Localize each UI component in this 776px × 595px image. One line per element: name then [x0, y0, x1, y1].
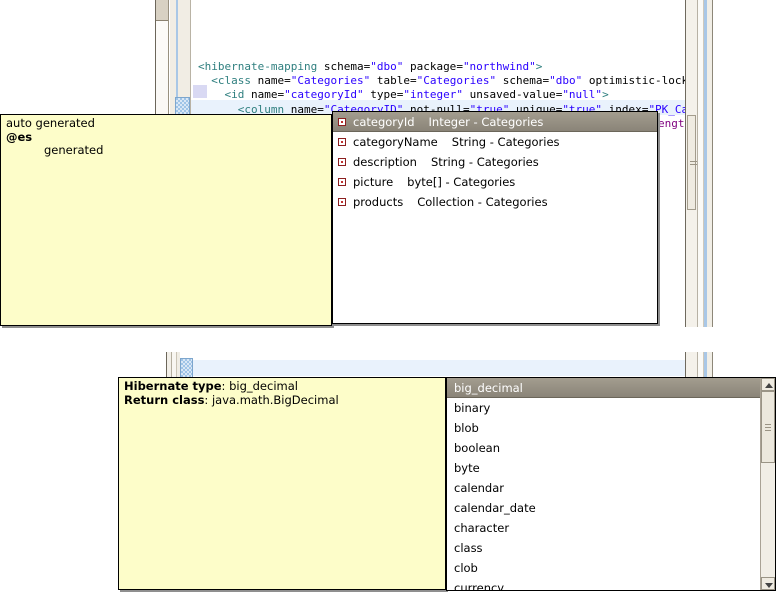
popup-scrollbar-thumb[interactable]: [761, 391, 775, 463]
completion-item-description[interactable]: description String - Categories: [333, 152, 657, 172]
field-icon: [338, 178, 346, 186]
completion-item-name: binary: [454, 401, 490, 415]
completion-item-currency[interactable]: currency: [447, 578, 760, 590]
completion-item-name: character: [454, 521, 509, 535]
doc-tooltip-property: auto generated @es generated: [0, 114, 332, 326]
tooltip-value: : java.math.BigDecimal: [204, 393, 338, 407]
completion-item-name: clob: [454, 561, 478, 575]
completion-item-type: String - Categories: [452, 135, 560, 149]
completion-item-byte[interactable]: byte: [447, 458, 760, 478]
tooltip-row: Return class: java.math.BigDecimal: [124, 394, 440, 408]
tooltip-line: auto generated: [6, 117, 326, 131]
tooltip-value: : big_decimal: [222, 379, 298, 393]
completion-item-blob[interactable]: blob: [447, 418, 760, 438]
completion-item-binary[interactable]: binary: [447, 398, 760, 418]
thumb-grip-icon: [690, 161, 697, 167]
right-scrollbar[interactable]: [685, 0, 713, 327]
completion-item-categoryName[interactable]: categoryName String - Categories: [333, 132, 657, 152]
completion-list-properties: categoryId Integer - Categories categoryNa…: [333, 112, 657, 212]
completion-item-name: boolean: [454, 441, 500, 455]
completion-popup-types: big_decimalbinary blob boolean byte calendar…: [446, 377, 776, 591]
completion-item-name: calendar: [454, 481, 504, 495]
scroll-up-button[interactable]: [761, 378, 775, 391]
completion-item-name: big_decimal: [454, 381, 523, 395]
tooltip-keyword: @es: [6, 131, 326, 145]
completion-item-calendar_date[interactable]: calendar_date: [447, 498, 760, 518]
completion-item-character[interactable]: character: [447, 518, 760, 538]
tooltip-detail: generated: [6, 144, 326, 158]
code-line: <class name="Categories" table="Categori…: [198, 74, 685, 88]
completion-list-types: big_decimalbinary blob boolean byte calendar…: [447, 378, 760, 590]
completion-item-type: Collection - Categories: [417, 195, 547, 209]
completion-item-calendar[interactable]: calendar: [447, 478, 760, 498]
completion-item-name: byte: [454, 461, 480, 475]
arrow-down-icon: [765, 583, 773, 588]
arrow-up-icon: [765, 383, 773, 388]
completion-item-name: blob: [454, 421, 479, 435]
completion-item-categoryId[interactable]: categoryId Integer - Categories: [333, 112, 657, 132]
tooltip-label: Return class: [124, 393, 204, 407]
code-line: <hibernate-mapping schema="dbo" package=…: [198, 60, 685, 74]
field-icon: [338, 198, 346, 206]
completion-item-class[interactable]: class: [447, 538, 760, 558]
completion-popup-properties: categoryId Integer - Categories categoryNa…: [332, 111, 658, 324]
doc-tooltip-type: Hibernate type: big_decimalReturn class:…: [118, 377, 446, 590]
xml-editor-bottom: <property name="categoryId" type=""/>: [166, 352, 713, 378]
completion-item-big_decimal[interactable]: big_decimal: [447, 378, 760, 398]
field-icon: [338, 138, 346, 146]
completion-item-type: byte[] - Categories: [407, 175, 515, 189]
completion-item-name: categoryName: [353, 135, 438, 149]
completion-item-boolean[interactable]: boolean: [447, 438, 760, 458]
completion-item-type: String - Categories: [431, 155, 539, 169]
code-line: <id name="categoryId" type="integer" uns…: [198, 88, 685, 102]
annotation-ruler-bottom[interactable]: [166, 352, 180, 378]
tooltip-rows: Hibernate type: big_decimalReturn class:…: [124, 380, 440, 407]
completion-item-name: description: [353, 155, 417, 169]
completion-item-name: products: [353, 195, 403, 209]
clipped-code-fragment: engt: [658, 117, 685, 131]
completion-item-name: class: [454, 541, 483, 555]
thumb-grip-icon: [765, 424, 771, 431]
completion-item-name: calendar_date: [454, 501, 536, 515]
completion-item-name: currency: [454, 581, 504, 590]
completion-item-name: picture: [353, 175, 393, 189]
right-scrollbar-bottom[interactable]: [685, 352, 713, 378]
completion-item-name: categoryId: [353, 115, 415, 129]
popup-scrollbar[interactable]: [760, 378, 775, 590]
field-icon: [338, 158, 346, 166]
tooltip-row: Hibernate type: big_decimal: [124, 380, 440, 394]
completion-item-products[interactable]: products Collection - Categories: [333, 192, 657, 212]
field-icon: [338, 118, 346, 126]
left-scrollbar-thumb[interactable]: [156, 0, 168, 21]
current-line-highlight-bottom: [193, 360, 685, 376]
completion-item-type: Integer - Categories: [429, 115, 544, 129]
completion-item-clob[interactable]: clob: [447, 558, 760, 578]
code-area-bottom[interactable]: <property name="categoryId" type=""/>: [193, 352, 685, 378]
completion-item-picture[interactable]: picture byte[] - Categories: [333, 172, 657, 192]
scroll-down-button[interactable]: [761, 577, 775, 590]
tooltip-label: Hibernate type: [124, 379, 222, 393]
current-line-marker-bottom: [180, 358, 193, 378]
right-scrollbar-thumb[interactable]: [687, 115, 696, 210]
